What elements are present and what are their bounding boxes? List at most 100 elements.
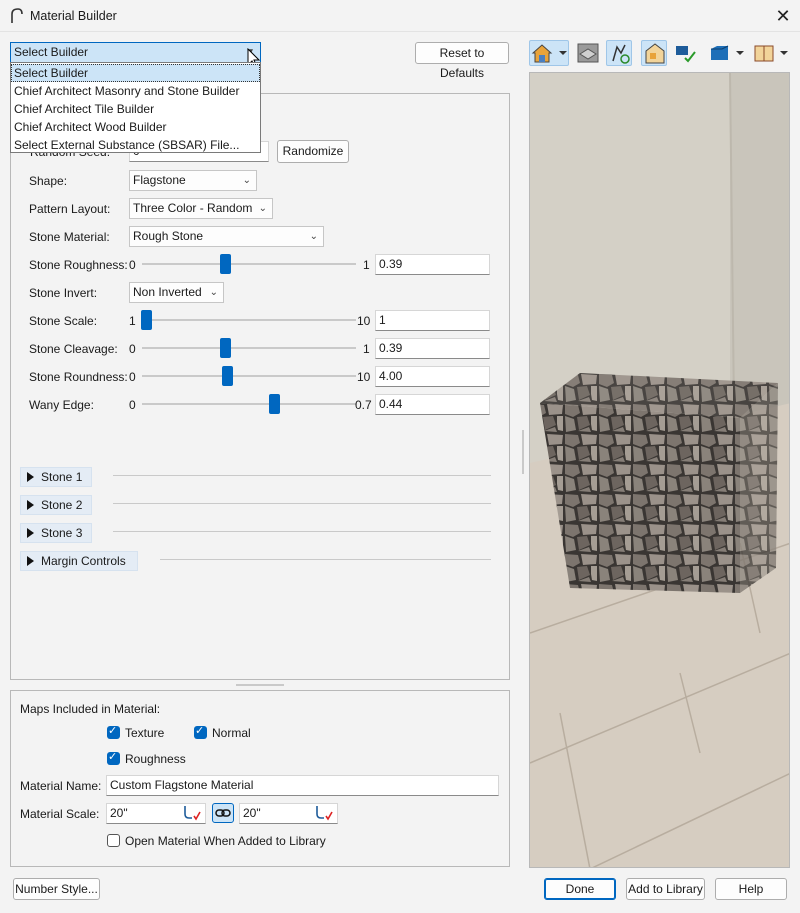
slider-max: 1 (363, 342, 370, 356)
slider-thumb[interactable] (220, 254, 232, 274)
camera-refresh-icon[interactable] (606, 40, 632, 66)
box-view-icon[interactable] (752, 40, 790, 66)
slider-label: Wany Edge: (29, 398, 94, 412)
link-icon[interactable] (212, 803, 234, 823)
divider (160, 559, 491, 560)
slider-min: 0 (129, 342, 136, 356)
slider-label: Stone Roundness: (29, 370, 128, 384)
stone-invert-value: Non Inverted (133, 285, 202, 299)
texture-checkbox[interactable] (107, 725, 120, 739)
chevron-down-icon: ⌄ (209, 287, 218, 298)
stone-invert-select[interactable]: Non Inverted ⌄ (129, 282, 224, 303)
slider-max: 10 (357, 370, 371, 384)
pattern-layout-label: Pattern Layout: (29, 202, 111, 216)
shape-label: Shape: (29, 174, 68, 188)
pattern-layout-select[interactable]: Three Color - Random ⌄ (129, 198, 273, 219)
done-button[interactable]: Done (544, 878, 616, 900)
list-item[interactable]: Chief Architect Masonry and Stone Builde… (11, 82, 260, 100)
slider-label: Stone Roughness: (29, 258, 128, 272)
slider-min: 1 (129, 314, 136, 328)
slider-thumb[interactable] (222, 366, 234, 386)
list-item[interactable]: Chief Architect Wood Builder (11, 118, 260, 136)
stone-scale-field[interactable]: 1 (375, 310, 490, 331)
vertical-splitter[interactable] (522, 430, 524, 474)
chevron-down-icon: ⌄ (258, 203, 267, 214)
stone-invert-label: Stone Invert: (29, 286, 98, 300)
group-stone-1[interactable]: Stone 1 (20, 467, 92, 487)
stone-material-select[interactable]: Rough Stone ⌄ (129, 226, 324, 247)
house-view-icon[interactable] (529, 40, 569, 66)
add-to-library-button[interactable]: Add to Library (626, 878, 705, 900)
slider-min: 0 (129, 258, 136, 272)
normal-checkbox[interactable] (194, 725, 207, 739)
stone-roughness-field[interactable]: 0.39 (375, 254, 490, 275)
slider-thumb[interactable] (268, 394, 280, 414)
app-arch-icon (11, 8, 23, 23)
group-label: Stone 3 (41, 526, 83, 540)
open-material-label: Open Material When Added to Library (125, 834, 326, 848)
stone-cleavage-field[interactable]: 0.39 (375, 338, 490, 359)
reset-defaults-button[interactable]: Reset to Defaults (415, 42, 509, 80)
title-bar (0, 0, 800, 32)
material-scale-label: Material Scale: (20, 807, 100, 821)
expand-triangle-icon (27, 556, 34, 566)
wany-edge-field[interactable]: 0.44 (375, 394, 490, 415)
builder-select-value: Select Builder (14, 45, 89, 59)
slider-max: 10 (357, 314, 371, 328)
randomize-button[interactable]: Randomize (277, 140, 349, 163)
slider-max: 1 (363, 258, 370, 272)
close-icon[interactable]: ✕ (772, 5, 794, 27)
slider-min: 0 (129, 398, 136, 412)
floorplan-check-icon[interactable] (641, 40, 667, 66)
stone-roundness-field[interactable]: 4.00 (375, 366, 490, 387)
divider (113, 531, 491, 532)
library-check-icon[interactable] (673, 40, 699, 66)
slider-track[interactable] (142, 347, 356, 349)
normal-label: Normal (212, 726, 251, 740)
group-margin-controls[interactable]: Margin Controls (20, 551, 138, 571)
material-name-label: Material Name: (20, 779, 102, 793)
expand-triangle-icon (27, 528, 34, 538)
open-material-checkbox[interactable] (107, 834, 120, 847)
shape-value: Flagstone (133, 173, 186, 187)
material-name-field[interactable]: Custom Flagstone Material (106, 775, 499, 796)
preview-render (530, 73, 789, 867)
builder-select[interactable]: Select Builder ▼ (10, 42, 261, 63)
slider-thumb[interactable] (141, 310, 152, 330)
window-title: Material Builder (30, 9, 117, 23)
eyedropper-icon[interactable] (314, 804, 334, 822)
expand-triangle-icon (27, 500, 34, 510)
chevron-down-icon: ⌄ (242, 175, 251, 186)
maps-heading: Maps Included in Material: (20, 702, 161, 716)
eyedropper-icon[interactable] (182, 804, 202, 822)
slider-track[interactable] (142, 403, 356, 405)
list-item[interactable]: Chief Architect Tile Builder (11, 100, 260, 118)
layers-icon[interactable] (575, 40, 601, 66)
group-stone-2[interactable]: Stone 2 (20, 495, 92, 515)
builder-dropdown-list: Select Builder Chief Architect Masonry a… (10, 62, 261, 153)
number-style-button[interactable]: Number Style... (13, 878, 100, 900)
divider (113, 475, 491, 476)
expand-triangle-icon (27, 472, 34, 482)
slider-max: 0.7 (355, 398, 372, 412)
material-preview[interactable] (529, 72, 790, 868)
roughness-label: Roughness (125, 752, 186, 766)
group-label: Margin Controls (41, 554, 126, 568)
slider-track[interactable] (142, 319, 356, 321)
shape-select[interactable]: Flagstone ⌄ (129, 170, 257, 191)
slider-thumb[interactable] (220, 338, 232, 358)
list-item[interactable]: Select External Substance (SBSAR) File..… (11, 136, 260, 154)
list-item[interactable]: Select Builder (11, 64, 260, 82)
cube-icon[interactable] (706, 40, 744, 66)
slider-track[interactable] (142, 375, 356, 377)
stone-material-value: Rough Stone (133, 229, 204, 243)
slider-min: 0 (129, 370, 136, 384)
help-button[interactable]: Help (715, 878, 787, 900)
group-stone-3[interactable]: Stone 3 (20, 523, 92, 543)
stone-material-label: Stone Material: (29, 230, 110, 244)
chevron-down-icon: ⌄ (309, 231, 318, 242)
slider-label: Stone Cleavage: (29, 342, 118, 356)
roughness-checkbox[interactable] (107, 751, 120, 765)
panel-splitter[interactable] (236, 684, 284, 686)
slider-track[interactable] (142, 263, 356, 265)
